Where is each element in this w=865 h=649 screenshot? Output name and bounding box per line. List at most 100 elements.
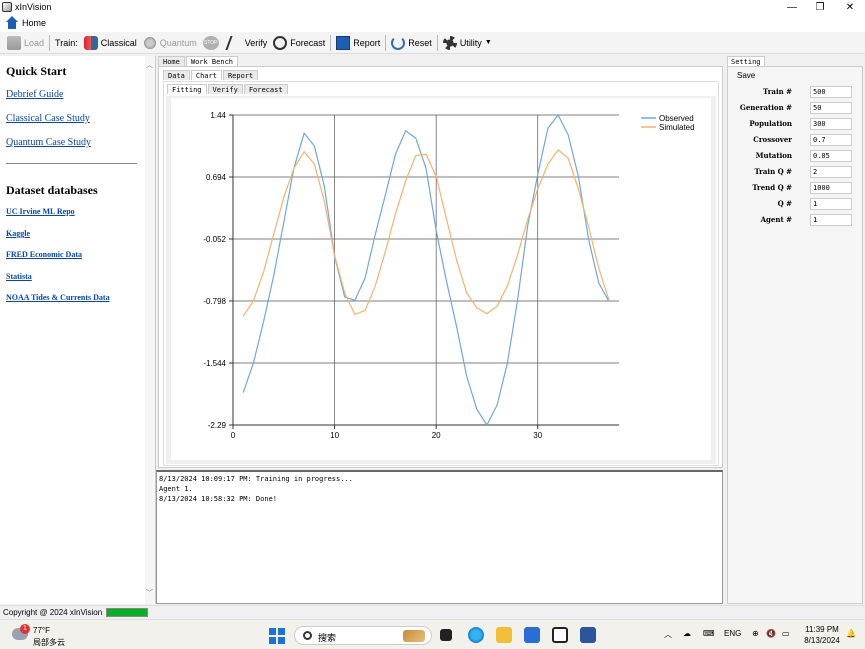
menu-bar: Home <box>0 14 865 32</box>
scroll-down-icon[interactable]: ﹀ <box>146 588 153 598</box>
clock-date: 8/13/2024 <box>804 636 840 645</box>
save-button[interactable]: Save <box>737 71 755 80</box>
y-tick-label: -1.544 <box>203 359 226 368</box>
sidebar: Quick Start Debrief Guide Classical Case… <box>0 56 156 604</box>
toolbar-separator <box>330 34 332 51</box>
link-classical-case-study[interactable]: Classical Case Study <box>6 113 90 124</box>
xinvision-app-icon[interactable] <box>552 627 568 643</box>
menu-home[interactable]: Home <box>22 18 46 28</box>
globe-icon[interactable]: ⊕ <box>752 629 759 638</box>
quantum-button[interactable]: Quantum <box>140 33 200 53</box>
toolbar-separator <box>49 34 51 51</box>
refresh-icon <box>391 35 406 50</box>
y-tick-label: -0.052 <box>203 235 226 244</box>
series-line-simulated <box>242 149 610 317</box>
tab-report[interactable]: Report <box>222 70 259 80</box>
tab-home[interactable]: Home <box>158 56 185 66</box>
link-uci-ml-repo[interactable]: UC Irvine ML Repo <box>6 207 75 216</box>
progress-bar <box>106 608 149 617</box>
edge-browser-icon[interactable] <box>468 627 484 643</box>
quick-start-title: Quick Start <box>6 64 67 78</box>
settings-panel: Save Train # 500 Generation # 50 Populat… <box>727 66 863 604</box>
system-clock[interactable]: 11:39 PM 8/13/2024 <box>800 624 844 646</box>
folder-icon <box>7 35 21 50</box>
volume-muted-icon[interactable]: 🔇 <box>766 629 776 638</box>
link-fred[interactable]: FRED Economic Data <box>6 250 82 259</box>
os-taskbar: 1 77°F 局部多云 搜索 ︿ ☁ ⌨ ENG ⊕ 🔇 ▭ 11:39 PM … <box>0 619 865 649</box>
forecast-button[interactable]: Forecast <box>270 33 328 53</box>
toolbar: Load Train: Classical Quantum STOP Verif… <box>0 32 865 54</box>
link-kaggle[interactable]: Kaggle <box>6 229 30 238</box>
keyboard-icon[interactable]: ⌨ <box>703 629 715 638</box>
sidebar-scrollbar[interactable]: ︿ ﹀ <box>145 56 155 604</box>
stop-button[interactable]: STOP <box>200 33 225 53</box>
setting-agent-input[interactable]: 1 <box>810 214 852 226</box>
setting-label: Train # <box>763 87 792 96</box>
setting-train-input[interactable]: 500 <box>810 86 852 98</box>
setting-label: Train Q # <box>754 167 792 176</box>
tab-data[interactable]: Data <box>163 70 190 80</box>
app-logo-icon <box>2 2 12 12</box>
tab-setting[interactable]: Setting <box>727 56 765 66</box>
tab-verify[interactable]: Verify <box>207 84 243 94</box>
report-button[interactable]: Report <box>333 33 383 53</box>
file-explorer-icon[interactable] <box>496 627 512 643</box>
chevron-down-icon: ▼ <box>484 39 492 46</box>
start-button[interactable] <box>269 628 285 644</box>
chart-canvas: 1.44 0.694 -0.052 -0.798 -1.544 -2.29 0 10 20 30 … <box>171 98 711 460</box>
taskbar-search[interactable]: 搜索 <box>294 626 432 645</box>
workbench-tabs: Home Work Bench <box>158 56 239 66</box>
tab-work-bench[interactable]: Work Bench <box>185 56 239 66</box>
weather-widget[interactable]: 1 77°F 局部多云 <box>12 624 82 648</box>
word-icon[interactable] <box>580 627 596 643</box>
minimize-button[interactable]: — <box>778 0 806 14</box>
load-button[interactable]: Load <box>4 33 47 53</box>
task-view-icon[interactable] <box>440 629 452 641</box>
battery-icon[interactable]: ▭ <box>782 629 790 638</box>
utility-dropdown[interactable]: Utility ▼ <box>440 33 495 53</box>
tab-fitting[interactable]: Fitting <box>167 84 207 94</box>
log-line: 8/13/2024 10:09:17 PM: Training in progr… <box>159 475 353 483</box>
windows-logo-icon <box>269 637 276 644</box>
reset-label: Reset <box>408 37 432 48</box>
bell-icon[interactable]: 🔔 <box>846 629 856 638</box>
verify-label: Verify <box>244 37 268 48</box>
restore-button[interactable]: ❐ <box>806 0 834 14</box>
home-icon[interactable] <box>5 16 19 30</box>
setting-row: Trend Q # 1000 <box>728 182 864 194</box>
setting-trend-q-input[interactable]: 1000 <box>810 182 852 194</box>
verify-button[interactable]: Verify <box>225 33 271 53</box>
classical-label: Classical <box>100 37 137 48</box>
classical-button[interactable]: Classical <box>81 33 140 53</box>
chevron-up-icon[interactable]: ︿ <box>664 629 672 640</box>
setting-row: Crossover 0.7 <box>728 134 864 146</box>
tab-chart[interactable]: Chart <box>190 70 222 80</box>
setting-label: Population <box>749 119 792 128</box>
y-tick-label: 0.694 <box>206 173 227 182</box>
scroll-up-icon[interactable]: ︿ <box>146 60 153 70</box>
copyright-text: Copyright @ 2024 xInVision <box>3 608 103 617</box>
reset-button[interactable]: Reset <box>388 33 435 53</box>
gear-icon <box>442 35 457 50</box>
setting-row: Agent # 1 <box>728 214 864 226</box>
x-tick-label: 30 <box>533 431 542 440</box>
setting-generation-input[interactable]: 50 <box>810 102 852 114</box>
tab-forecast[interactable]: Forecast <box>243 84 288 94</box>
link-debrief-guide[interactable]: Debrief Guide <box>6 89 63 100</box>
setting-mutation-input[interactable]: 0.05 <box>810 150 852 162</box>
setting-population-input[interactable]: 300 <box>810 118 852 130</box>
cloud-sync-icon[interactable]: ☁ <box>683 629 691 638</box>
forecast-label: Forecast <box>290 37 326 48</box>
language-indicator[interactable]: ENG <box>724 629 741 638</box>
store-icon[interactable] <box>524 627 540 643</box>
link-statista[interactable]: Statista <box>6 272 32 281</box>
setting-train-q-input[interactable]: 2 <box>810 166 852 178</box>
setting-crossover-input[interactable]: 0.7 <box>810 134 852 146</box>
setting-label: Mutation <box>755 151 792 160</box>
sidebar-divider <box>6 163 137 164</box>
setting-q-input[interactable]: 1 <box>810 198 852 210</box>
link-noaa[interactable]: NOAA Tides & Currents Data <box>6 293 110 302</box>
link-quantum-case-study[interactable]: Quantum Case Study <box>6 137 91 148</box>
setting-row: Population 300 <box>728 118 864 130</box>
close-button[interactable]: ✕ <box>836 0 864 14</box>
